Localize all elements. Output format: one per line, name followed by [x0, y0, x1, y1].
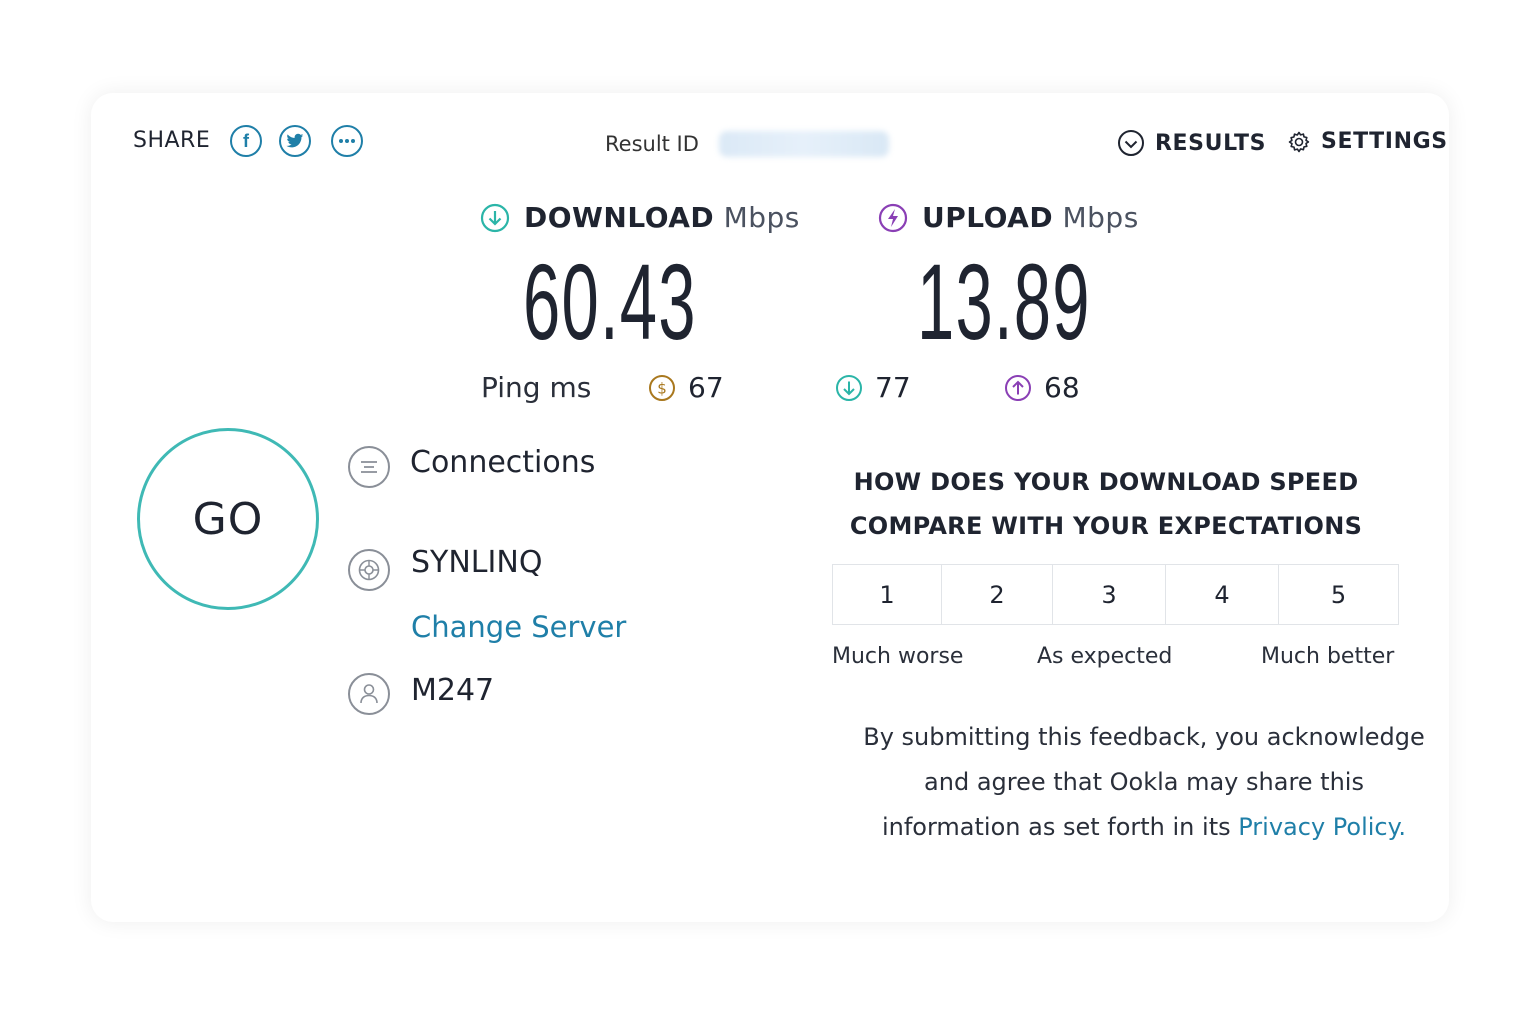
upload-bolt-icon	[878, 203, 908, 232]
scale-low-label: Much worse	[832, 644, 964, 669]
feedback-question-line1: HOW DOES YOUR DOWNLOAD SPEED	[853, 468, 1359, 496]
results-button[interactable]: RESULTS	[1117, 129, 1266, 157]
results-check-icon	[1118, 130, 1144, 156]
ping-idle-value: 67	[688, 371, 724, 404]
results-label: RESULTS	[1155, 130, 1267, 156]
rating-option-5[interactable]: 5	[1279, 565, 1398, 624]
server-globe-icon	[348, 549, 390, 591]
scale-mid-label: As expected	[1037, 644, 1173, 669]
go-button[interactable]: GO	[137, 428, 319, 610]
rating-option-3[interactable]: 3	[1053, 565, 1166, 624]
facebook-icon: f	[243, 130, 249, 151]
result-id-value[interactable]	[719, 131, 889, 157]
twitter-icon	[286, 133, 304, 148]
more-share-button[interactable]	[331, 125, 363, 157]
download-header: DOWNLOAD Mbps	[480, 201, 800, 234]
rating-scale: 1 2 3 4 5	[832, 564, 1399, 625]
ping-upload-icon	[1005, 374, 1031, 401]
feedback-question: HOW DOES YOUR DOWNLOAD SPEED COMPARE WIT…	[836, 460, 1376, 548]
server-name: SYNLINQ	[411, 545, 543, 580]
twitter-share-button[interactable]	[279, 125, 311, 157]
settings-label: SETTINGS	[1321, 129, 1448, 154]
rating-option-2[interactable]: 2	[942, 565, 1053, 624]
upload-unit: Mbps	[1062, 201, 1139, 234]
feedback-disclaimer: By submitting this feedback, you acknowl…	[849, 715, 1439, 850]
ping-label: Ping ms	[481, 371, 592, 404]
disclaimer-line3: information as set forth in its	[881, 813, 1231, 841]
ping-download: 77	[835, 371, 911, 404]
isp-user-icon	[348, 673, 390, 715]
rating-option-1[interactable]: 1	[833, 565, 942, 624]
upload-value: 13.89	[917, 241, 1091, 362]
change-server-link[interactable]: Change Server	[411, 610, 626, 644]
disclaimer-line1: By submitting this feedback, you acknowl…	[863, 723, 1425, 751]
ping-download-icon	[836, 374, 862, 401]
rating-option-4[interactable]: 4	[1166, 565, 1279, 624]
more-icon	[339, 139, 355, 143]
upload-header: UPLOAD Mbps	[878, 201, 1139, 234]
isp-name: M247	[411, 673, 495, 708]
settings-button[interactable]: SETTINGS	[1287, 129, 1448, 154]
upload-label: UPLOAD	[922, 201, 1054, 234]
download-unit: Mbps	[723, 201, 800, 234]
result-id-label: Result ID	[605, 132, 699, 156]
connections-icon	[348, 446, 390, 488]
ping-upload: 68	[1004, 371, 1080, 404]
privacy-policy-link[interactable]: Privacy Policy.	[1238, 813, 1406, 841]
feedback-question-line2: COMPARE WITH YOUR EXPECTATIONS	[849, 512, 1363, 540]
scale-high-label: Much better	[1261, 644, 1395, 669]
download-arrow-icon	[480, 203, 510, 232]
result-card: SHARE f Result ID RESULTS SETTINGS DOWNL…	[91, 93, 1449, 922]
disclaimer-line3-wrap: information as set forth in its Privacy …	[849, 805, 1439, 850]
ping-idle-icon: $	[649, 374, 675, 401]
gear-icon	[1288, 131, 1310, 152]
facebook-share-button[interactable]: f	[230, 125, 262, 157]
connections-label[interactable]: Connections	[410, 445, 595, 480]
share-label: SHARE	[133, 128, 211, 153]
disclaimer-line2: and agree that Ookla may share this	[924, 768, 1364, 796]
svg-text:$: $	[657, 379, 667, 397]
ping-download-value: 77	[875, 371, 911, 404]
ping-upload-value: 68	[1044, 371, 1080, 404]
ping-idle: $ 67	[648, 371, 724, 404]
download-label: DOWNLOAD	[524, 201, 715, 234]
download-value: 60.43	[523, 241, 697, 362]
